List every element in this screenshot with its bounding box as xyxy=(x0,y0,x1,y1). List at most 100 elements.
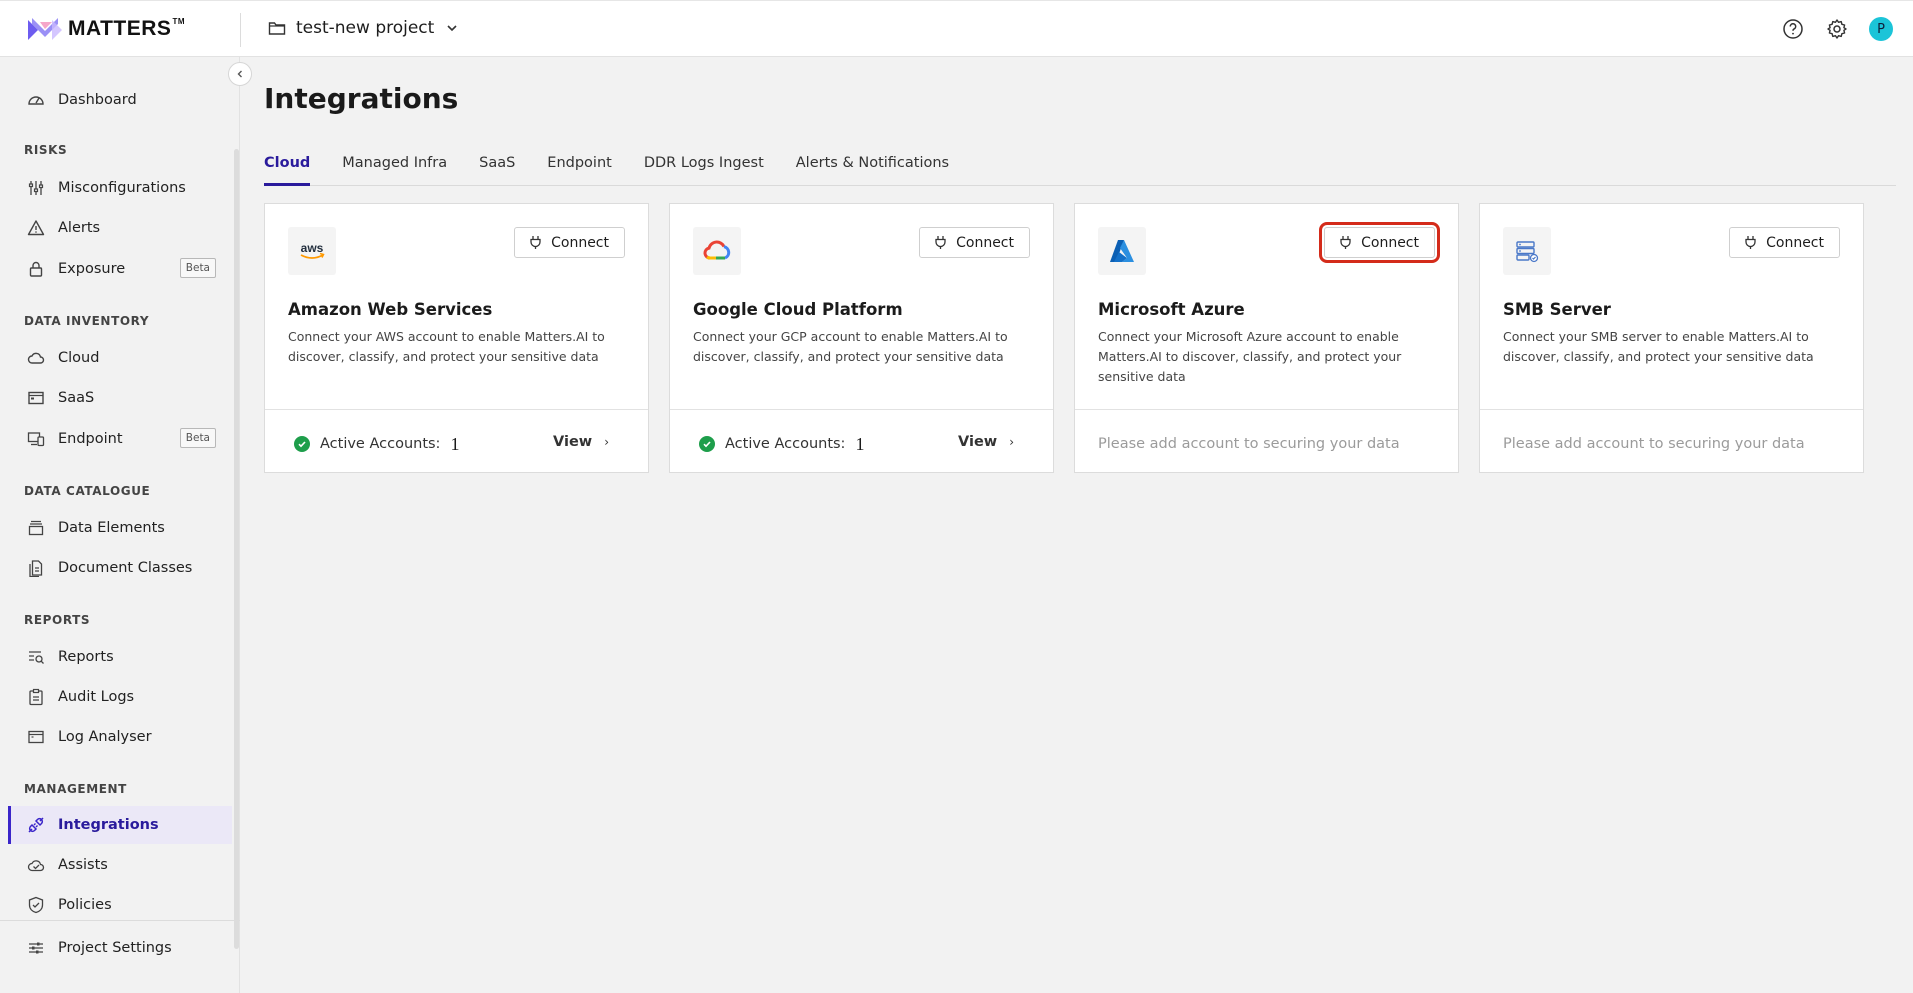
plug-icon xyxy=(529,235,542,250)
integration-card-gcp: Connect Google Cloud Platform Connect yo… xyxy=(669,203,1054,473)
azure-logo xyxy=(1098,227,1146,275)
chevron-down-icon xyxy=(447,25,457,32)
plug-icon xyxy=(1339,235,1352,250)
card-footer: Active Accounts: 1 View › xyxy=(288,432,627,456)
card-title: Microsoft Azure xyxy=(1098,300,1245,319)
server-icon xyxy=(1516,241,1539,263)
aws-logo: aws xyxy=(288,227,336,275)
sidebar-item-project-settings[interactable]: Project Settings xyxy=(8,929,232,967)
sidebar-divider xyxy=(0,920,240,921)
sidebar-item-integrations[interactable]: Integrations xyxy=(8,806,232,844)
sidebar-item-assists[interactable]: Assists xyxy=(8,846,232,884)
sidebar-item-dashboard[interactable]: Dashboard xyxy=(8,81,232,119)
cloud-check-icon xyxy=(26,855,46,875)
shield-check-icon xyxy=(26,895,46,915)
connect-button[interactable]: Connect xyxy=(514,227,625,258)
sidebar-item-audit-logs[interactable]: Audit Logs xyxy=(8,678,232,716)
documents-icon xyxy=(26,558,46,578)
header-divider xyxy=(240,13,241,47)
tab-ddr-logs-ingest[interactable]: DDR Logs Ingest xyxy=(644,150,764,186)
help-icon xyxy=(1783,19,1803,39)
sidebar-item-label: Integrations xyxy=(58,817,159,833)
sidebar-item-cloud[interactable]: Cloud xyxy=(8,339,232,377)
sidebar-item-label: Dashboard xyxy=(58,92,137,108)
matters-logo[interactable]: MATTERSTM xyxy=(26,16,185,42)
sidebar-item-log-analyser[interactable]: Log Analyser xyxy=(8,718,232,756)
warning-triangle-icon xyxy=(26,218,46,238)
smb-server-logo xyxy=(1503,227,1551,275)
connect-label: Connect xyxy=(551,234,609,251)
active-accounts-count: 1 xyxy=(450,433,460,454)
section-label-reports: REPORTS xyxy=(24,613,91,627)
card-description: Connect your Microsoft Azure account to … xyxy=(1098,329,1402,384)
tab-alerts-notifications[interactable]: Alerts & Notifications xyxy=(796,150,949,186)
sidebar-item-label: Endpoint xyxy=(58,431,123,447)
sidebar-item-alerts[interactable]: Alerts xyxy=(8,209,232,247)
sidebar-item-exposure[interactable]: Exposure Beta xyxy=(8,250,232,288)
plug-icon xyxy=(934,235,947,250)
sidebar-item-label: SaaS xyxy=(58,390,95,406)
integration-card-smb: Connect SMB Server Connect your SMB serv… xyxy=(1479,203,1864,473)
help-button[interactable] xyxy=(1781,17,1805,41)
sidebar-item-data-elements[interactable]: Data Elements xyxy=(8,509,232,547)
sidebar-item-misconfigurations[interactable]: Misconfigurations xyxy=(8,169,232,207)
connect-button[interactable]: Connect xyxy=(1729,227,1840,258)
connect-button[interactable]: Connect xyxy=(1319,222,1440,263)
active-accounts-count: 1 xyxy=(855,433,865,454)
tab-saas[interactable]: SaaS xyxy=(479,150,515,186)
sidebar-item-label: Cloud xyxy=(58,350,100,366)
project-selector[interactable]: test-new project xyxy=(268,18,458,38)
view-link[interactable]: View › xyxy=(553,434,609,450)
card-description: Connect your GCP account to enable Matte… xyxy=(693,329,1008,364)
logo-text: MATTERSTM xyxy=(68,17,185,40)
check-circle-icon xyxy=(294,436,310,452)
integration-card-aws: aws Connect Amazon Web Services Connect … xyxy=(264,203,649,473)
sidebar-item-label: Log Analyser xyxy=(58,729,152,745)
chevron-left-icon xyxy=(237,70,242,78)
settings-button[interactable] xyxy=(1825,17,1849,41)
terminal-window-icon xyxy=(26,727,46,747)
card-description: Connect your SMB server to enable Matter… xyxy=(1503,329,1814,364)
tab-cloud[interactable]: Cloud xyxy=(264,150,311,186)
view-label: View xyxy=(553,434,593,450)
chevron-right-icon: › xyxy=(1009,435,1014,449)
settings-sliders-icon xyxy=(26,938,46,958)
sidebar-item-reports[interactable]: Reports xyxy=(8,638,232,676)
sidebar-item-label: Document Classes xyxy=(58,560,193,576)
matters-logo-mark-icon xyxy=(28,18,62,40)
plug-connect-icon xyxy=(26,815,46,835)
integration-tabs: Cloud Managed Infra SaaS Endpoint DDR Lo… xyxy=(264,150,1896,186)
view-link[interactable]: View › xyxy=(958,434,1014,450)
tab-endpoint[interactable]: Endpoint xyxy=(547,150,612,186)
card-title: Google Cloud Platform xyxy=(693,300,903,319)
sidebar-item-label: Alerts xyxy=(58,220,101,236)
section-label-data-inventory: DATA INVENTORY xyxy=(24,314,150,328)
aws-icon: aws xyxy=(300,241,325,259)
card-footer: Please add account to securing your data xyxy=(1098,432,1437,456)
sidebar-collapse-button[interactable] xyxy=(228,62,252,86)
clipboard-icon xyxy=(26,687,46,707)
section-label-management: MANAGEMENT xyxy=(24,782,127,796)
card-divider xyxy=(670,409,1053,410)
section-label-data-catalogue: DATA CATALOGUE xyxy=(24,484,151,498)
sidebar-item-policies[interactable]: Policies xyxy=(8,886,232,924)
empty-state-text: Please add account to securing your data xyxy=(1503,436,1805,452)
beta-badge: Beta xyxy=(179,428,216,448)
card-title: Amazon Web Services xyxy=(288,300,493,319)
tab-managed-infra[interactable]: Managed Infra xyxy=(342,150,447,186)
gcp-logo xyxy=(693,227,741,275)
empty-state-text: Please add account to securing your data xyxy=(1098,436,1400,452)
connect-label: Connect xyxy=(1766,234,1824,251)
sidebar-item-endpoint[interactable]: Endpoint Beta xyxy=(8,420,232,458)
avatar[interactable]: P xyxy=(1869,17,1893,41)
cloud-icon xyxy=(26,348,46,368)
report-search-icon xyxy=(26,647,46,667)
sidebar-item-saas[interactable]: SaaS xyxy=(8,379,232,417)
sidebar-scrollbar[interactable] xyxy=(234,149,239,949)
connect-button[interactable]: Connect xyxy=(919,227,1030,258)
stack-icon xyxy=(26,518,46,538)
sidebar-item-label: Reports xyxy=(58,649,114,665)
sidebar-item-label: Misconfigurations xyxy=(58,180,186,196)
lock-icon xyxy=(26,259,46,279)
sidebar-item-document-classes[interactable]: Document Classes xyxy=(8,549,232,587)
